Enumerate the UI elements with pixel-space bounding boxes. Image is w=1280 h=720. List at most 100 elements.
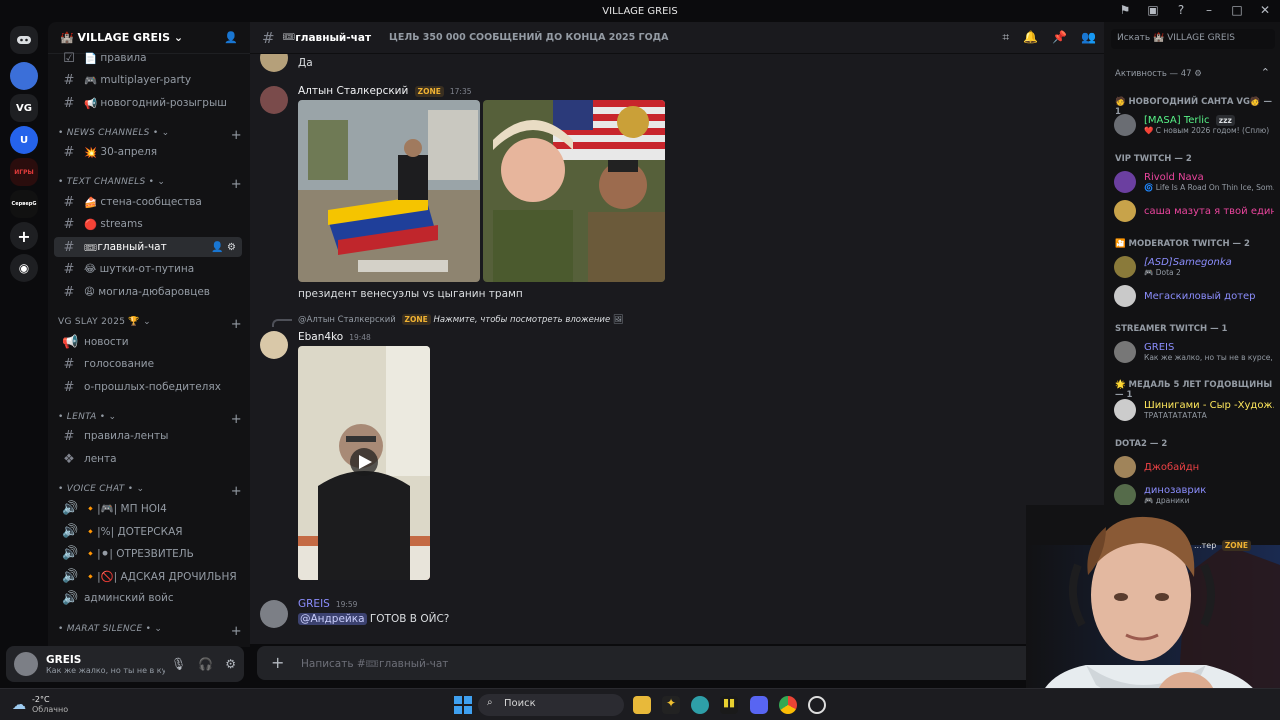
start-icon[interactable] [454, 696, 472, 714]
author-name[interactable]: Алтын Сталкерский [298, 85, 408, 97]
microphone-icon[interactable]: 🎙 [171, 657, 186, 671]
channel-news[interactable]: 📢 новости [54, 332, 242, 352]
app-icon-3[interactable] [808, 696, 826, 714]
category-lenta[interactable]: • LENTA • ⌄ + [58, 412, 242, 427]
member-item[interactable]: Мегаскиловый дотер [1114, 285, 1274, 307]
notification-bell-icon[interactable]: 🔔 [1023, 30, 1038, 45]
headphones-icon[interactable]: 🎧 [198, 657, 213, 671]
add-server-icon[interactable]: + [10, 222, 38, 250]
voice-channel-hell[interactable]: 🔊 🔸|🚫| АДСКАЯ ДРОЧИЛЬНЯ [54, 566, 242, 586]
user-info[interactable]: GREIS Как же жалко, но ты не в курс... [46, 654, 165, 675]
add-channel-icon[interactable]: + [231, 484, 242, 499]
voice-channel-admin[interactable]: 🔊 админский войс [54, 588, 242, 608]
author-name[interactable]: Eban4ko [298, 331, 343, 343]
channel-topic[interactable]: ЦЕЛЬ 350 000 СООБЩЕНИЙ ДО КОНЦА 2025 ГОД… [389, 32, 668, 43]
image-attachment[interactable] [298, 100, 480, 282]
channel-giveaway[interactable]: # 📢 новогодний-розыгрыш [54, 93, 242, 113]
channel-streams[interactable]: # 🔴 streams [54, 214, 242, 234]
author-name[interactable]: GREIS [298, 598, 330, 610]
browser-icon[interactable] [691, 696, 709, 714]
voice-channel-doterskaya[interactable]: 🔊 🔸|%| ДОТЕРСКАЯ [54, 521, 242, 541]
add-channel-icon[interactable]: + [231, 412, 242, 427]
message-header: GREIS 19:59 [298, 598, 357, 610]
avatar[interactable] [14, 652, 38, 676]
video-attachment[interactable] [298, 346, 430, 580]
voice-channel-hoi4[interactable]: 🔊 🔸|🎮| МП HOI4 [54, 498, 242, 518]
minimize-icon[interactable]: – [1202, 3, 1216, 17]
member-item[interactable]: динозаврик 🎮 драники [1114, 484, 1274, 506]
discover-icon[interactable]: ◉ [10, 254, 38, 282]
channel-feed-rules[interactable]: # правила-ленты [54, 426, 242, 446]
voice-channel-sober[interactable]: 🔊 🔸|⚫| ОТРЕЗВИТЕЛЬ [54, 543, 242, 563]
timestamp: 19:59 [335, 600, 358, 609]
avatar[interactable] [260, 86, 288, 114]
channel-multiplayer[interactable]: # 🎮 multiplayer-party [54, 70, 242, 90]
member-name: Джобайдн [1144, 461, 1200, 473]
file-explorer-icon[interactable] [633, 696, 651, 714]
help-icon[interactable]: ? [1174, 3, 1188, 17]
category-text[interactable]: • TEXT CHANNELS • ⌄ + [58, 177, 242, 192]
member-item[interactable]: [MASA] Terlic zzz ❤️ С новым 2026 годом! … [1114, 114, 1274, 136]
app-icon[interactable]: ✦ [662, 696, 680, 714]
server-icon-1[interactable] [10, 62, 38, 90]
add-channel-icon[interactable]: + [231, 128, 242, 143]
add-attachment-icon[interactable]: + [271, 655, 287, 671]
category-voice[interactable]: • VOICE CHAT • ⌄ + [58, 484, 242, 499]
chrome-icon[interactable] [779, 696, 797, 714]
avatar[interactable] [260, 54, 288, 72]
close-icon[interactable]: ✕ [1258, 3, 1272, 17]
channel-voting[interactable]: # голосование [54, 354, 242, 374]
forum-icon: ❖ [63, 451, 75, 467]
member-item[interactable]: Шинигами - Сыр -Худож... ТРАТАТАТАТАТА [1114, 399, 1274, 421]
server-icon-serverg[interactable]: СерверG [10, 190, 38, 218]
member-list-icon[interactable]: 👥 [1081, 30, 1096, 45]
channel-main-chat[interactable]: # 🎟 главный-чат 👤 ⚙ [54, 237, 242, 257]
settings-gear-icon[interactable]: ⚙ [225, 657, 236, 671]
channel-community-wall[interactable]: # 🍰 стена-сообщества [54, 192, 242, 212]
image-attachment[interactable] [483, 100, 665, 282]
category-news[interactable]: • NEWS CHANNELS • ⌄ + [58, 128, 242, 143]
member-item[interactable]: GREIS Как же жалко, но ты не в курсе, к..… [1114, 341, 1274, 363]
screen-icon[interactable]: ▣ [1146, 3, 1160, 17]
channel-30-april[interactable]: # 💥 30-апреля [54, 142, 242, 162]
channel-rules[interactable]: ☑ 📄 правила [54, 48, 242, 68]
channel-feed[interactable]: ❖ лента [54, 449, 242, 469]
avatar[interactable] [260, 331, 288, 359]
add-channel-icon[interactable]: + [231, 624, 242, 639]
hash-icon: # [63, 261, 75, 277]
member-item[interactable]: Джобайдн [1114, 456, 1274, 478]
channel-past-winners[interactable]: # о-прошлых-победителях [54, 377, 242, 397]
category-marat[interactable]: • MARAT SILENCE • ⌄ + [58, 624, 242, 639]
server-icon-games[interactable]: ИГРЫ [10, 158, 38, 186]
channel-grave[interactable]: # 😩 могила-дюбаровцев [54, 282, 242, 302]
reply-preview[interactable]: @Алтын Сталкерский ZONE Нажмите, чтобы п… [298, 314, 624, 325]
chevron-up-icon[interactable]: ⌃ [1261, 66, 1270, 79]
message-input[interactable]: Написать #🎟главный-чат [301, 657, 448, 670]
discord-icon[interactable] [750, 696, 768, 714]
user-mention[interactable]: @Андрейка [298, 613, 367, 625]
threads-icon[interactable]: ⌗ [1002, 30, 1009, 45]
pin-icon[interactable]: 📌 [1052, 30, 1067, 45]
direct-messages-icon[interactable] [10, 26, 38, 54]
inbox-icon[interactable]: ⚑ [1118, 3, 1132, 17]
member-item[interactable]: саша мазута я твой един... [1114, 200, 1274, 222]
weather-widget[interactable]: ☁ -2°C Облачно [12, 695, 68, 715]
server-label: СерверG [11, 201, 37, 207]
avatar[interactable] [260, 600, 288, 628]
add-channel-icon[interactable]: + [231, 177, 242, 192]
channel-label: 🔸|⚫| ОТРЕЗВИТЕЛЬ [84, 547, 194, 560]
add-member-icon[interactable]: 👤 [224, 31, 238, 44]
add-channel-icon[interactable]: + [231, 317, 242, 332]
maximize-icon[interactable]: □ [1230, 3, 1244, 17]
channel-settings-icon[interactable]: 👤 ⚙ [211, 242, 236, 253]
category-vg-slay[interactable]: VG SLAY 2025 🏆 ⌄ + [58, 317, 242, 332]
message-composer[interactable]: + Написать #🎟главный-чат ☺ GIF [257, 646, 1097, 680]
member-item[interactable]: Rivold Nava 🌀 Life Is A Road On Thin Ice,… [1114, 171, 1274, 193]
server-icon-u[interactable]: U [10, 126, 38, 154]
server-icon-vg[interactable]: VG [10, 94, 38, 122]
search-input[interactable]: Искать 🏰 VILLAGE GREIS [1111, 29, 1275, 49]
member-item[interactable]: [ASD]Samegonka 🎮 Dota 2 [1114, 256, 1274, 278]
app-icon-2[interactable]: ▮▮ [720, 696, 738, 714]
taskbar-search[interactable]: ⌕ Поиск [478, 694, 624, 716]
channel-putin-jokes[interactable]: # 😂 шутки-от-путина [54, 259, 242, 279]
